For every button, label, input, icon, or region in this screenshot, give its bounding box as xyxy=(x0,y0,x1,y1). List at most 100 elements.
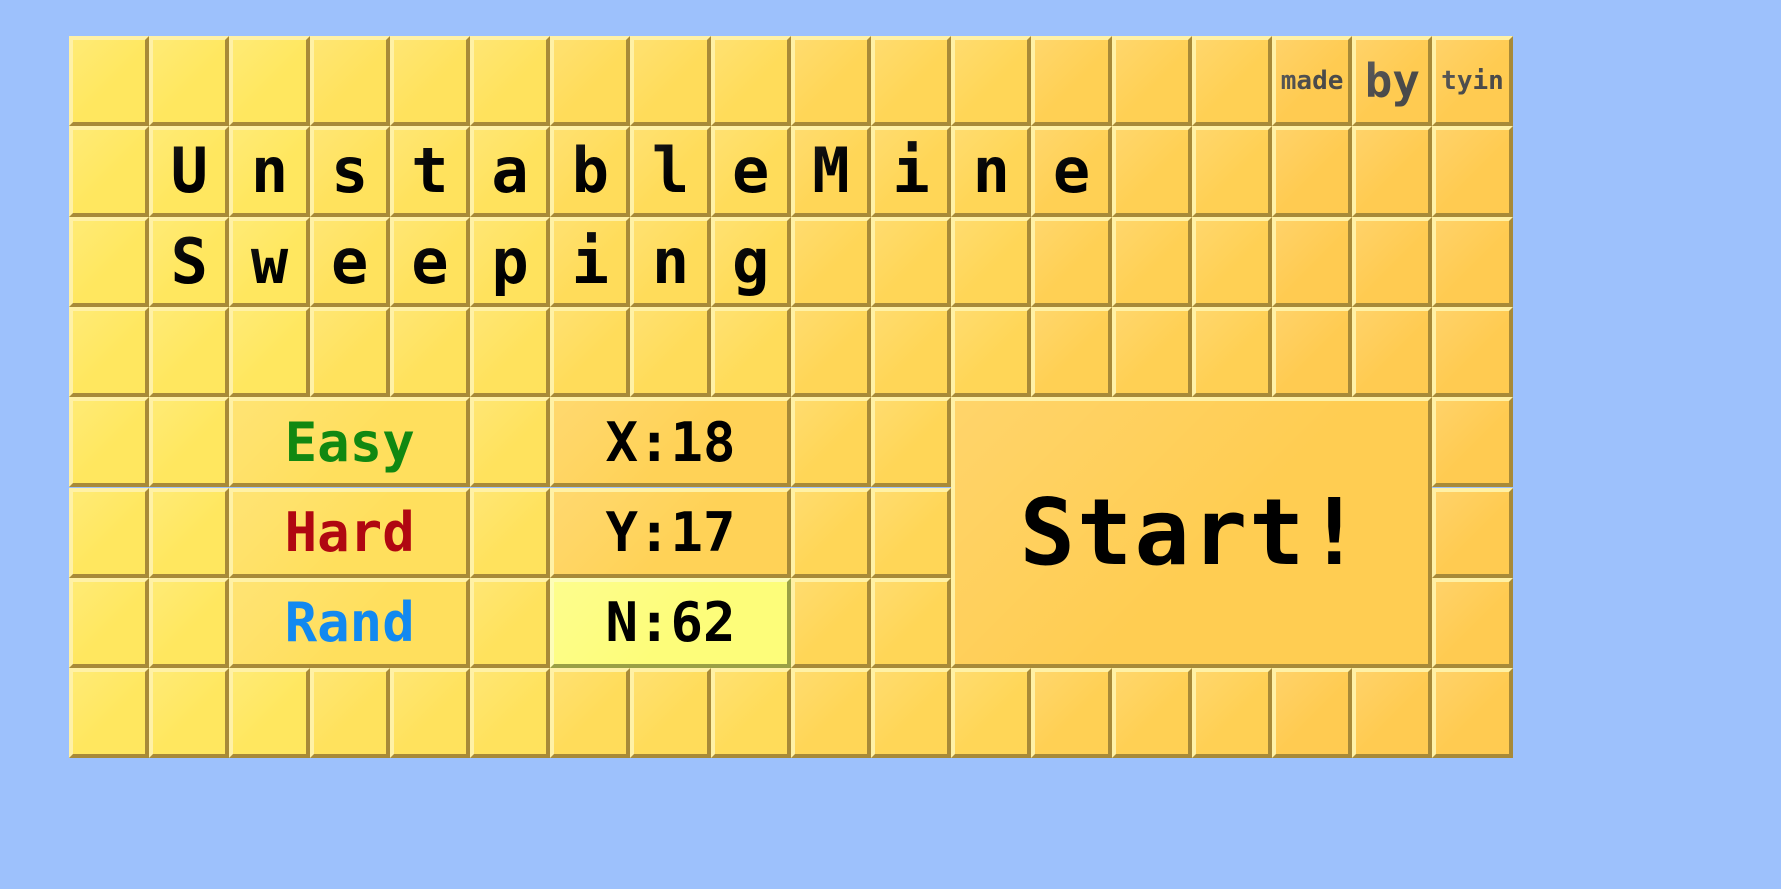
board-cell-r5-c1[interactable] xyxy=(149,487,230,578)
board-cell-r7-c10[interactable] xyxy=(871,668,952,759)
board-cell-r7-c15[interactable] xyxy=(1272,668,1353,759)
title-letter-line2-2: e xyxy=(309,216,390,307)
title-letter-glyph: p xyxy=(491,224,529,298)
board-cell-r0-c14[interactable] xyxy=(1191,36,1272,127)
board-cell-r7-c5[interactable] xyxy=(470,668,551,759)
board-cell-r2-c13[interactable] xyxy=(1111,216,1192,307)
difficulty-easy-button[interactable]: Easy xyxy=(229,397,470,488)
board-cell-r3-c0[interactable] xyxy=(69,306,150,398)
width-input-x[interactable]: X:18 xyxy=(550,397,791,488)
board-cell-r7-c9[interactable] xyxy=(790,668,871,759)
board-cell-r3-c5[interactable] xyxy=(470,306,551,398)
board-cell-r6-c5[interactable] xyxy=(470,577,551,669)
difficulty-rand-button[interactable]: Rand xyxy=(229,577,470,669)
board-cell-r7-c1[interactable] xyxy=(149,668,230,759)
board-cell-r3-c13[interactable] xyxy=(1111,306,1192,398)
board-cell-r7-c2[interactable] xyxy=(229,668,310,759)
board-cell-r4-c17[interactable] xyxy=(1432,397,1513,488)
board-cell-r2-c10[interactable] xyxy=(871,216,952,307)
board-cell-r1-c17[interactable] xyxy=(1432,126,1513,217)
board-cell-r7-c4[interactable] xyxy=(389,668,470,759)
board-cell-r0-c9[interactable] xyxy=(790,36,871,127)
title-letter-glyph: S xyxy=(170,224,208,298)
board-cell-r3-c7[interactable] xyxy=(630,306,711,398)
board-cell-r2-c17[interactable] xyxy=(1432,216,1513,307)
mines-input-n[interactable]: N:62 xyxy=(550,577,791,669)
board-cell-r7-c11[interactable] xyxy=(951,668,1032,759)
board-cell-r3-c6[interactable] xyxy=(550,306,631,398)
board-cell-r0-c6[interactable] xyxy=(550,36,631,127)
board-cell-r0-c2[interactable] xyxy=(229,36,310,127)
board-cell-r7-c7[interactable] xyxy=(630,668,711,759)
board-cell-r5-c0[interactable] xyxy=(69,487,150,578)
board-cell-r2-c12[interactable] xyxy=(1031,216,1112,307)
board-cell-r6-c1[interactable] xyxy=(149,577,230,669)
board-cell-r2-c16[interactable] xyxy=(1352,216,1433,307)
board-cell-r7-c12[interactable] xyxy=(1031,668,1112,759)
board-cell-r7-c8[interactable] xyxy=(710,668,791,759)
board-cell-r4-c9[interactable] xyxy=(790,397,871,488)
board-cell-r2-c0[interactable] xyxy=(69,216,150,307)
board-cell-r1-c0[interactable] xyxy=(69,126,150,217)
board-cell-r6-c17[interactable] xyxy=(1432,577,1513,669)
board-cell-r7-c0[interactable] xyxy=(69,668,150,759)
board-cell-r0-c1[interactable] xyxy=(149,36,230,127)
board-cell-r2-c11[interactable] xyxy=(951,216,1032,307)
board-cell-r3-c12[interactable] xyxy=(1031,306,1112,398)
height-input-y[interactable]: Y:17 xyxy=(550,487,791,578)
board-cell-r4-c0[interactable] xyxy=(69,397,150,488)
board-cell-r3-c4[interactable] xyxy=(389,306,470,398)
board-cell-r7-c14[interactable] xyxy=(1191,668,1272,759)
board-cell-r1-c16[interactable] xyxy=(1352,126,1433,217)
board-cell-r0-c8[interactable] xyxy=(710,36,791,127)
board-cell-r0-c10[interactable] xyxy=(871,36,952,127)
board-cell-r2-c9[interactable] xyxy=(790,216,871,307)
board-cell-r0-c7[interactable] xyxy=(630,36,711,127)
board-cell-r3-c17[interactable] xyxy=(1432,306,1513,398)
board-cell-r6-c9[interactable] xyxy=(790,577,871,669)
board-cell-r3-c2[interactable] xyxy=(229,306,310,398)
board-cell-r7-c3[interactable] xyxy=(309,668,390,759)
board-cell-r3-c11[interactable] xyxy=(951,306,1032,398)
title-letter-line2-7: g xyxy=(710,216,791,307)
board-cell-r3-c8[interactable] xyxy=(710,306,791,398)
board-cell-r5-c5[interactable] xyxy=(470,487,551,578)
board-cell-r5-c9[interactable] xyxy=(790,487,871,578)
board-cell-r0-c0[interactable] xyxy=(69,36,150,127)
board-cell-r3-c1[interactable] xyxy=(149,306,230,398)
board-cell-r0-c5[interactable] xyxy=(470,36,551,127)
board-cell-r0-c13[interactable] xyxy=(1111,36,1192,127)
board-cell-r3-c16[interactable] xyxy=(1352,306,1433,398)
board-cell-r2-c15[interactable] xyxy=(1272,216,1353,307)
title-letter-line1-7: e xyxy=(710,126,791,217)
board-cell-r3-c15[interactable] xyxy=(1272,306,1353,398)
board-cell-r1-c13[interactable] xyxy=(1111,126,1192,217)
board-cell-r3-c3[interactable] xyxy=(309,306,390,398)
board-cell-r0-c4[interactable] xyxy=(389,36,470,127)
board-cell-r0-c3[interactable] xyxy=(309,36,390,127)
board-cell-r3-c9[interactable] xyxy=(790,306,871,398)
board-cell-r3-c10[interactable] xyxy=(871,306,952,398)
board-cell-r3-c14[interactable] xyxy=(1191,306,1272,398)
board-cell-r7-c6[interactable] xyxy=(550,668,631,759)
board-cell-r5-c10[interactable] xyxy=(871,487,952,578)
board-cell-r2-c14[interactable] xyxy=(1191,216,1272,307)
board-cell-r7-c17[interactable] xyxy=(1432,668,1513,759)
board-cell-r0-c11[interactable] xyxy=(951,36,1032,127)
board-cell-r6-c0[interactable] xyxy=(69,577,150,669)
board-cell-r1-c15[interactable] xyxy=(1272,126,1353,217)
mines-input-n-label: N:62 xyxy=(605,591,736,655)
board-cell-r4-c1[interactable] xyxy=(149,397,230,488)
title-letter-line1-3: t xyxy=(389,126,470,217)
board-cell-r4-c5[interactable] xyxy=(470,397,551,488)
board-cell-r4-c10[interactable] xyxy=(871,397,952,488)
board-cell-r6-c10[interactable] xyxy=(871,577,952,669)
title-letter-glyph: n xyxy=(250,134,289,208)
board-cell-r5-c17[interactable] xyxy=(1432,487,1513,578)
start-button[interactable]: Start! xyxy=(951,397,1433,669)
board-cell-r7-c13[interactable] xyxy=(1111,668,1192,759)
board-cell-r0-c12[interactable] xyxy=(1031,36,1112,127)
difficulty-hard-button[interactable]: Hard xyxy=(229,487,470,578)
board-cell-r1-c14[interactable] xyxy=(1191,126,1272,217)
board-cell-r7-c16[interactable] xyxy=(1352,668,1433,759)
